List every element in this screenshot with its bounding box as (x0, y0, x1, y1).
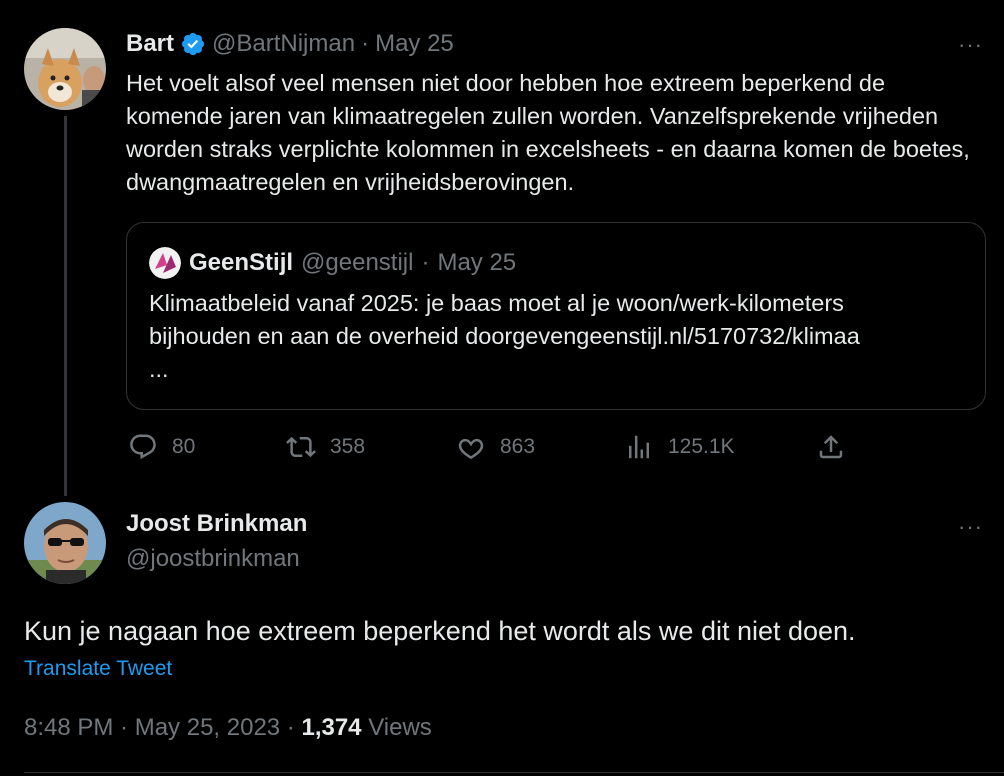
reply-text: Kun je nagaan hoe extreem beperkend het … (24, 616, 856, 646)
tweet-date[interactable]: May 25 (375, 30, 454, 58)
quote-author-handle: @geenstijl (301, 249, 414, 276)
quote-date: May 25 (437, 249, 517, 276)
avatar-bart[interactable] (24, 28, 106, 110)
reply-author-name[interactable]: Joost Brinkman (126, 510, 307, 538)
separator-dot: · (361, 30, 370, 57)
retweet-icon (286, 436, 316, 458)
more-options-icon[interactable]: ··· (958, 34, 983, 56)
share-button[interactable] (816, 432, 846, 462)
views-button[interactable]: 125.1K (624, 432, 735, 462)
author-handle[interactable]: @BartNijman (212, 30, 355, 58)
retweet-count: 358 (330, 435, 366, 458)
retweet-button[interactable]: 358 (286, 432, 365, 462)
quote-text-line-2: bijhouden en aan de overheid doorgevenge… (149, 323, 860, 349)
share-icon (819, 435, 843, 459)
views-count: 125.1K (668, 435, 735, 458)
quote-header: GeenStijl @geenstijl · May 25 (149, 247, 516, 279)
like-button[interactable]: 863 (456, 432, 535, 462)
tweet-views-label: Views (361, 714, 432, 741)
avatar-geenstijl (149, 247, 181, 279)
thread-line (64, 116, 67, 496)
author-name[interactable]: Bart (126, 30, 174, 58)
reply-count: 80 (172, 435, 196, 458)
tweet-time[interactable]: 8:48 PM · May 25, 2023 · (24, 714, 301, 741)
analytics-icon (629, 435, 649, 459)
divider (24, 772, 1004, 773)
quote-author-name: GeenStijl (189, 249, 294, 276)
verified-badge-icon (180, 31, 206, 57)
like-count: 863 (500, 435, 536, 458)
quote-text-line-1: Klimaatbeleid vanaf 2025: je baas moet a… (149, 290, 844, 316)
tweet-text: Het voelt alsof veel mensen niet door he… (126, 70, 970, 195)
tweet-header: Bart @BartNijman · May 25 (126, 30, 454, 58)
reply-button[interactable]: 80 (128, 432, 195, 462)
avatar-joost[interactable] (24, 502, 106, 584)
quote-text-line-3: ... (149, 356, 169, 382)
quote-tweet[interactable]: GeenStijl @geenstijl · May 25 Klimaatbel… (126, 222, 986, 410)
tweet-views-count: 1,374 (301, 714, 362, 741)
translate-tweet-link[interactable]: Translate Tweet (24, 657, 172, 681)
heart-icon (458, 438, 484, 460)
reply-author-handle[interactable]: @joostbrinkman (126, 545, 300, 573)
reply-icon (130, 434, 156, 460)
quote-separator-dot: · (421, 249, 430, 276)
tweet-timestamp: 8:48 PM · May 25, 2023 · 1,374 Views (24, 714, 432, 742)
reply-more-options-icon[interactable]: ··· (958, 516, 983, 538)
